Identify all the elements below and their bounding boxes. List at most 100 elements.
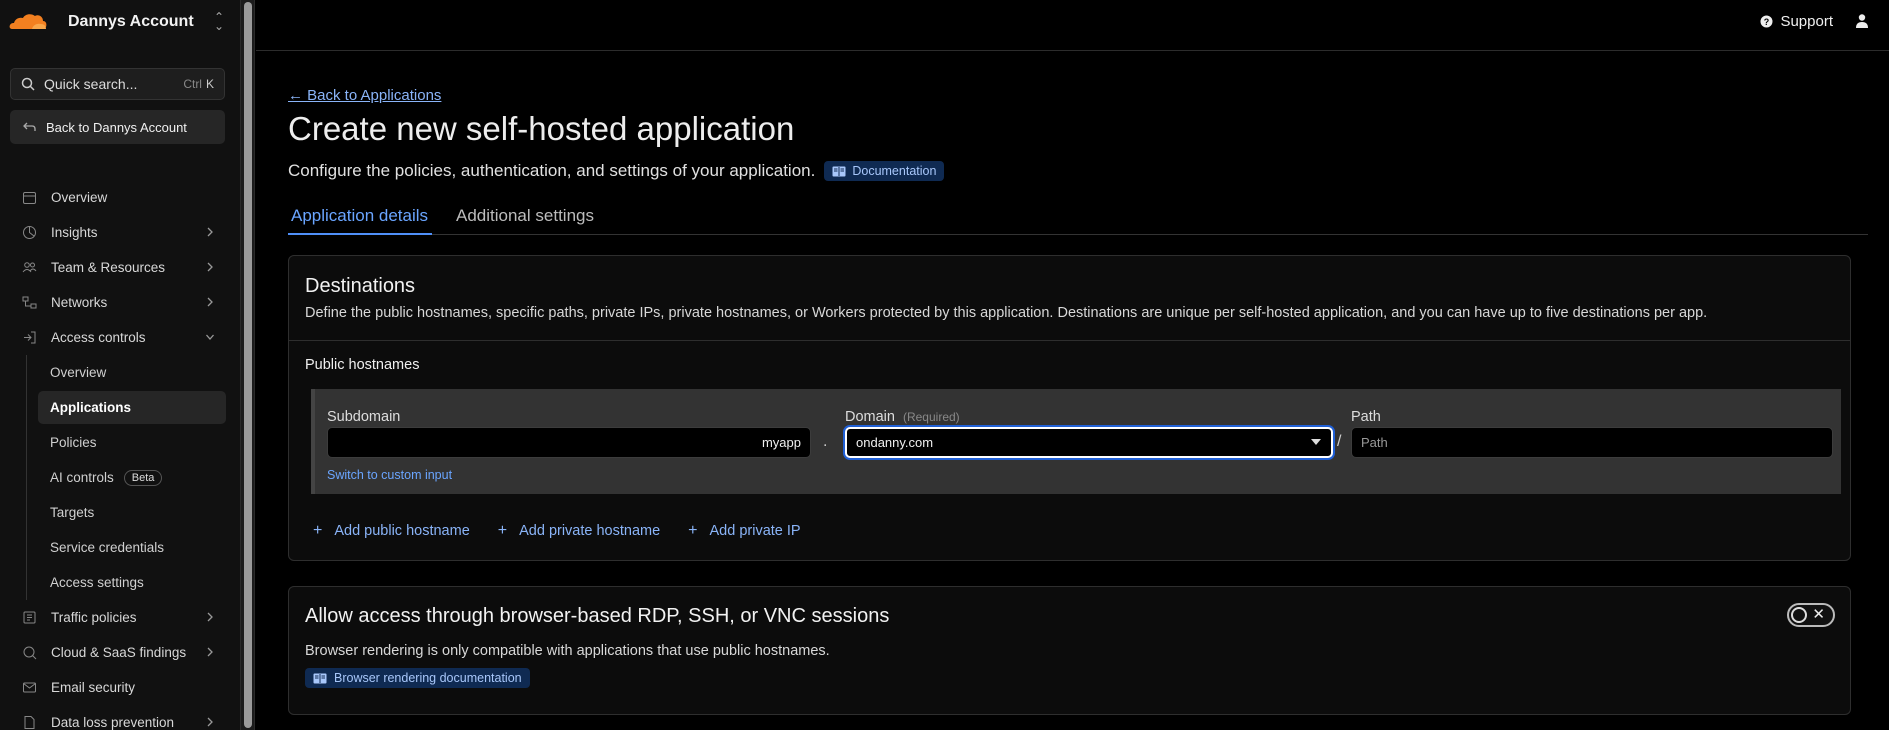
- sidebar-item-targets[interactable]: Targets: [0, 495, 241, 530]
- sidebar: Dannys Account ⌃ ⌄ Quick search... Ctrl K …: [0, 0, 241, 730]
- search-shortcut: Ctrl K: [183, 77, 214, 91]
- sidebar-item-label: Overview: [51, 190, 108, 205]
- sidebar-item-traffic-policies[interactable]: Traffic policies: [0, 600, 241, 635]
- slash-separator: /: [1337, 433, 1342, 450]
- back-to-applications-link[interactable]: ← Back to Applications: [288, 87, 441, 104]
- toggle-knob: [1791, 607, 1807, 623]
- support-button[interactable]: ? Support: [1760, 13, 1833, 30]
- page-subtitle-text: Configure the policies, authentication, …: [288, 161, 816, 180]
- sidebar-scrollbar[interactable]: [241, 0, 255, 730]
- chevron-right-icon: [207, 717, 213, 727]
- sidebar-item-access-overview[interactable]: Overview: [0, 355, 241, 390]
- dot-separator: .: [823, 433, 828, 450]
- help-icon: ?: [1760, 15, 1773, 28]
- documentation-label: Documentation: [852, 164, 937, 178]
- plus-icon: +: [497, 522, 508, 539]
- switch-to-custom-input-link[interactable]: Switch to custom input: [327, 468, 452, 482]
- destinations-card: Destinations Define the public hostnames…: [288, 255, 1851, 561]
- insights-icon: [23, 226, 36, 239]
- sidebar-item-label: Overview: [50, 365, 107, 380]
- chevron-right-icon: [207, 647, 213, 657]
- chevron-right-icon: [207, 612, 213, 622]
- required-hint: (Required): [902, 410, 960, 424]
- public-hostnames-label: Public hostnames: [305, 357, 420, 373]
- search-icon: [21, 77, 35, 91]
- add-public-hostname-button[interactable]: + Add public hostname: [313, 522, 470, 540]
- cloud-search-icon: [23, 646, 37, 660]
- book-icon: [832, 166, 846, 176]
- sidebar-item-access-settings[interactable]: Access settings: [0, 565, 241, 600]
- sidebar-item-label: Targets: [50, 505, 95, 520]
- browser-rendering-title: Allow access through browser-based RDP, …: [305, 605, 890, 627]
- subdomain-label: Subdomain: [327, 409, 401, 425]
- sidebar-item-email-security[interactable]: Email security: [0, 670, 241, 705]
- sidebar-item-access-controls[interactable]: Access controls: [0, 320, 241, 355]
- traffic-icon: [23, 611, 36, 624]
- add-private-ip-button[interactable]: + Add private IP: [688, 522, 800, 540]
- chevron-down-icon: [206, 334, 214, 340]
- documentation-link[interactable]: Documentation: [824, 161, 945, 181]
- sidebar-item-service-credentials[interactable]: Service credentials: [0, 530, 241, 565]
- account-name: Dannys Account: [68, 13, 194, 30]
- sidebar-nav: Overview Insights Team & Resources Netwo…: [0, 180, 241, 730]
- top-bar: ? Support: [256, 0, 1889, 51]
- add-destination-links: + Add public hostname + Add private hostna…: [313, 522, 829, 540]
- sidebar-item-label: Networks: [51, 295, 108, 310]
- support-label: Support: [1780, 13, 1833, 30]
- plus-icon: +: [313, 522, 323, 539]
- destinations-description: Define the public hostnames, specific pa…: [305, 305, 1708, 321]
- email-icon: [23, 682, 36, 693]
- domain-label: Domain (Required): [845, 409, 960, 425]
- subdomain-input[interactable]: myapp: [327, 427, 811, 458]
- path-input[interactable]: Path: [1351, 427, 1833, 458]
- tab-bar: Application details Additional settings: [287, 202, 1868, 235]
- browser-rendering-doc-label: Browser rendering documentation: [334, 671, 522, 685]
- divider: [289, 340, 1850, 341]
- sidebar-item-cloud-saas[interactable]: Cloud & SaaS findings: [0, 635, 241, 670]
- browser-rendering-card: Allow access through browser-based RDP, …: [288, 586, 1851, 715]
- quick-search[interactable]: Quick search... Ctrl K: [10, 68, 225, 100]
- sidebar-item-ai-controls[interactable]: AI controls Beta: [0, 460, 241, 495]
- back-to-account-button[interactable]: Back to Dannys Account: [10, 110, 225, 144]
- domain-select[interactable]: ondanny.com: [845, 427, 1333, 458]
- sidebar-item-label: Access settings: [50, 575, 144, 590]
- cloudflare-logo-icon: [9, 14, 47, 29]
- sidebar-item-label: Traffic policies: [51, 610, 137, 625]
- sidebar-item-team-resources[interactable]: Team & Resources: [0, 250, 241, 285]
- svg-text:?: ?: [1764, 17, 1770, 27]
- sidebar-item-label: Data loss prevention: [51, 715, 175, 730]
- chevron-updown-icon[interactable]: ⌃ ⌄: [214, 11, 224, 32]
- sidebar-item-policies[interactable]: Policies: [0, 425, 241, 460]
- sidebar-item-applications[interactable]: Applications: [38, 391, 226, 424]
- browser-rendering-doc-link[interactable]: Browser rendering documentation: [305, 668, 530, 688]
- network-icon: [22, 296, 37, 309]
- domain-value: ondanny.com: [856, 435, 934, 450]
- sidebar-item-insights[interactable]: Insights: [0, 215, 241, 250]
- tab-application-details[interactable]: Application details: [287, 206, 433, 235]
- browser-rendering-description: Browser rendering is only compatible wit…: [305, 643, 830, 659]
- sidebar-item-label: Insights: [51, 225, 98, 240]
- dropdown-caret-icon: [1311, 439, 1321, 445]
- add-private-hostname-label: Add private hostname: [519, 523, 661, 539]
- sidebar-item-networks[interactable]: Networks: [0, 285, 241, 320]
- subdomain-value: myapp: [761, 435, 801, 450]
- sidebar-item-label: Applications: [50, 400, 132, 415]
- scrollbar-thumb[interactable]: [244, 2, 252, 728]
- tab-additional-settings[interactable]: Additional settings: [456, 206, 594, 226]
- back-to-account-label: Back to Dannys Account: [46, 119, 187, 135]
- add-private-hostname-button[interactable]: + Add private hostname: [498, 522, 660, 540]
- path-placeholder: Path: [1361, 435, 1388, 450]
- chevron-right-icon: [207, 227, 213, 237]
- sidebar-item-dlp[interactable]: Data loss prevention: [0, 705, 241, 730]
- browser-rendering-toggle[interactable]: ✕: [1787, 603, 1835, 627]
- path-label: Path: [1351, 409, 1381, 425]
- page-subtitle: Configure the policies, authentication, …: [288, 161, 945, 181]
- sidebar-item-overview[interactable]: Overview: [0, 180, 241, 215]
- add-private-ip-label: Add private IP: [709, 523, 801, 539]
- access-icon: [24, 331, 36, 344]
- sidebar-item-label: Team & Resources: [51, 260, 166, 275]
- calendar-icon: [23, 192, 36, 204]
- beta-badge: Beta: [123, 469, 163, 486]
- account-switcher[interactable]: Dannys Account ⌃ ⌄: [8, 10, 224, 34]
- user-icon[interactable]: [1854, 13, 1870, 29]
